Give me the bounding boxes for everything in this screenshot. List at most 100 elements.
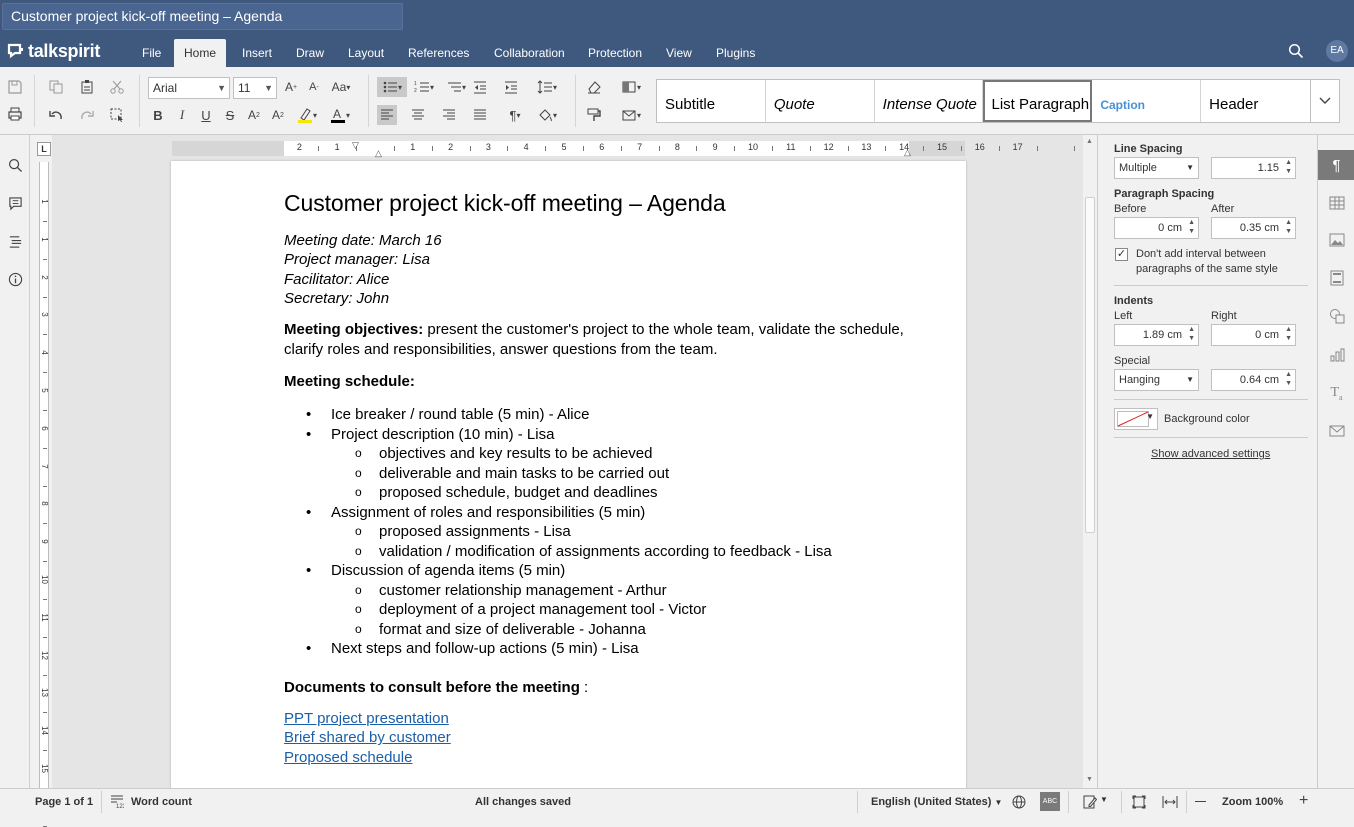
line-spacing-icon[interactable]: ▾ xyxy=(533,77,561,97)
vertical-scrollbar[interactable]: ▲ ▼ xyxy=(1083,135,1097,788)
spin-up-icon[interactable]: ▲ xyxy=(1188,326,1195,334)
tab-draw[interactable]: Draw xyxy=(286,39,334,67)
spin-down-icon[interactable]: ▼ xyxy=(1188,228,1195,236)
show-advanced-settings-link[interactable]: Show advanced settings xyxy=(1151,448,1270,460)
subscript-icon[interactable]: A2 xyxy=(268,105,288,125)
decrease-font-icon[interactable]: A- xyxy=(304,77,324,97)
spin-down-icon[interactable]: ▼ xyxy=(1285,168,1292,176)
clear-formatting-icon[interactable] xyxy=(584,77,604,97)
bold-icon[interactable]: B xyxy=(148,105,168,125)
zoom-level[interactable]: Zoom 100% xyxy=(1222,789,1283,815)
strikethrough-icon[interactable]: S xyxy=(220,105,240,125)
tab-stop-selector[interactable]: L xyxy=(37,142,51,156)
mail-merge-settings-tab[interactable] xyxy=(1318,416,1354,446)
fit-width-icon[interactable] xyxy=(1162,795,1178,812)
track-changes-icon[interactable]: ▼ xyxy=(1083,795,1109,812)
chart-settings-tab[interactable] xyxy=(1318,340,1354,370)
superscript-icon[interactable]: A2 xyxy=(244,105,264,125)
search-icon[interactable] xyxy=(1288,43,1304,59)
spin-down-icon[interactable]: ▼ xyxy=(1188,335,1195,343)
image-settings-tab[interactable] xyxy=(1318,225,1354,255)
info-icon[interactable] xyxy=(6,270,24,288)
tab-references[interactable]: References xyxy=(398,39,479,67)
spin-up-icon[interactable]: ▲ xyxy=(1188,219,1195,227)
font-color-icon[interactable]: A ▾ xyxy=(326,105,354,125)
table-settings-tab[interactable] xyxy=(1318,188,1354,218)
style-header[interactable]: Header xyxy=(1201,80,1310,122)
numbered-list-icon[interactable]: 1 2 ▾ xyxy=(410,77,438,97)
tab-collaboration[interactable]: Collaboration xyxy=(484,39,575,67)
spellcheck-icon[interactable]: ABC xyxy=(1040,792,1060,811)
globe-icon[interactable] xyxy=(1012,795,1026,812)
change-case-icon[interactable]: Aa ▾ xyxy=(328,77,354,97)
background-color-picker[interactable]: ▼ xyxy=(1114,408,1158,430)
multilevel-list-icon[interactable]: ▾ xyxy=(442,77,470,97)
print-icon[interactable] xyxy=(5,104,25,124)
paragraph-settings-tab[interactable]: ¶ xyxy=(1318,150,1354,180)
redo-icon[interactable] xyxy=(77,105,97,125)
undo-icon[interactable] xyxy=(46,105,66,125)
navigation-icon[interactable] xyxy=(6,232,24,250)
style-subtitle[interactable]: Subtitle xyxy=(657,80,766,122)
tab-protection[interactable]: Protection xyxy=(578,39,652,67)
decrease-indent-icon[interactable] xyxy=(470,77,490,97)
special-indent-input[interactable]: 0.64 cm ▲ ▼ xyxy=(1211,369,1296,391)
cut-icon[interactable] xyxy=(107,77,127,97)
increase-font-icon[interactable]: A + xyxy=(281,77,301,97)
user-avatar[interactable]: EA xyxy=(1326,40,1348,62)
link-customer-brief[interactable]: Brief shared by customer xyxy=(284,728,924,748)
zoom-in-icon[interactable]: + xyxy=(1299,793,1308,809)
line-spacing-mode-select[interactable]: Multiple ▼ xyxy=(1114,157,1199,179)
page-indicator[interactable]: Page 1 of 1 xyxy=(35,789,93,815)
styles-expand-button[interactable] xyxy=(1310,79,1340,123)
line-spacing-value-input[interactable]: 1.15 ▲ ▼ xyxy=(1211,157,1296,179)
copy-style-icon[interactable] xyxy=(584,105,604,125)
copy-icon[interactable] xyxy=(46,77,66,97)
spin-up-icon[interactable]: ▲ xyxy=(1285,219,1292,227)
tab-view[interactable]: View xyxy=(656,39,702,67)
right-indent-marker[interactable]: △ xyxy=(904,147,911,158)
special-indent-select[interactable]: Hanging ▼ xyxy=(1114,369,1199,391)
align-center-icon[interactable] xyxy=(408,105,428,125)
tab-file[interactable]: File xyxy=(132,39,171,67)
document-title-input[interactable]: Customer project kick-off meeting – Agen… xyxy=(2,3,403,30)
spin-down-icon[interactable]: ▼ xyxy=(1285,380,1292,388)
first-line-indent-marker[interactable]: ▽ xyxy=(352,140,359,151)
text-art-settings-tab[interactable]: Ta xyxy=(1318,378,1354,408)
tab-plugins[interactable]: Plugins xyxy=(706,39,765,67)
style-intense-quote[interactable]: Intense Quote xyxy=(875,80,984,122)
zoom-out-icon[interactable] xyxy=(1195,801,1206,802)
color-scheme-icon[interactable]: ▾ xyxy=(617,77,645,97)
bullet-list-icon[interactable]: ▾ xyxy=(377,77,407,97)
spin-up-icon[interactable]: ▲ xyxy=(1285,326,1292,334)
spin-down-icon[interactable]: ▼ xyxy=(1285,335,1292,343)
fit-page-icon[interactable] xyxy=(1132,795,1146,812)
shape-settings-tab[interactable] xyxy=(1318,301,1354,331)
comments-icon[interactable] xyxy=(6,194,24,212)
indent-right-input[interactable]: 0 cm ▲ ▼ xyxy=(1211,324,1296,346)
scrollbar-thumb[interactable] xyxy=(1085,197,1095,533)
highlight-color-icon[interactable]: ▾ xyxy=(293,105,321,125)
align-left-icon[interactable] xyxy=(377,105,397,125)
tab-home[interactable]: Home xyxy=(174,39,227,67)
justify-icon[interactable] xyxy=(470,105,490,125)
mail-merge-icon[interactable]: ▾ xyxy=(617,105,645,125)
tab-layout[interactable]: Layout xyxy=(338,39,394,67)
shading-icon[interactable]: ▾ xyxy=(533,105,561,125)
tab-insert[interactable]: Insert xyxy=(232,39,282,67)
spacing-before-input[interactable]: 0 cm ▲ ▼ xyxy=(1114,217,1199,239)
spin-down-icon[interactable]: ▼ xyxy=(1285,228,1292,236)
select-all-icon[interactable] xyxy=(107,105,127,125)
search-icon[interactable] xyxy=(6,156,24,174)
font-size-select[interactable]: 11 ▼ xyxy=(233,77,277,99)
spin-up-icon[interactable]: ▲ xyxy=(1285,159,1292,167)
spacing-after-input[interactable]: 0.35 cm ▲ ▼ xyxy=(1211,217,1296,239)
left-indent-marker[interactable]: △ xyxy=(375,148,382,159)
paste-icon[interactable] xyxy=(77,77,97,97)
link-proposed-schedule[interactable]: Proposed schedule xyxy=(284,748,924,768)
scroll-up-icon[interactable]: ▲ xyxy=(1086,138,1093,145)
link-ppt-presentation[interactable]: PPT project presentation xyxy=(284,709,924,729)
paragraph-marks-icon[interactable]: ¶ ▾ xyxy=(501,105,529,125)
word-count-button[interactable]: Word count xyxy=(131,789,192,815)
no-interval-checkbox[interactable]: ✓ xyxy=(1115,248,1128,261)
